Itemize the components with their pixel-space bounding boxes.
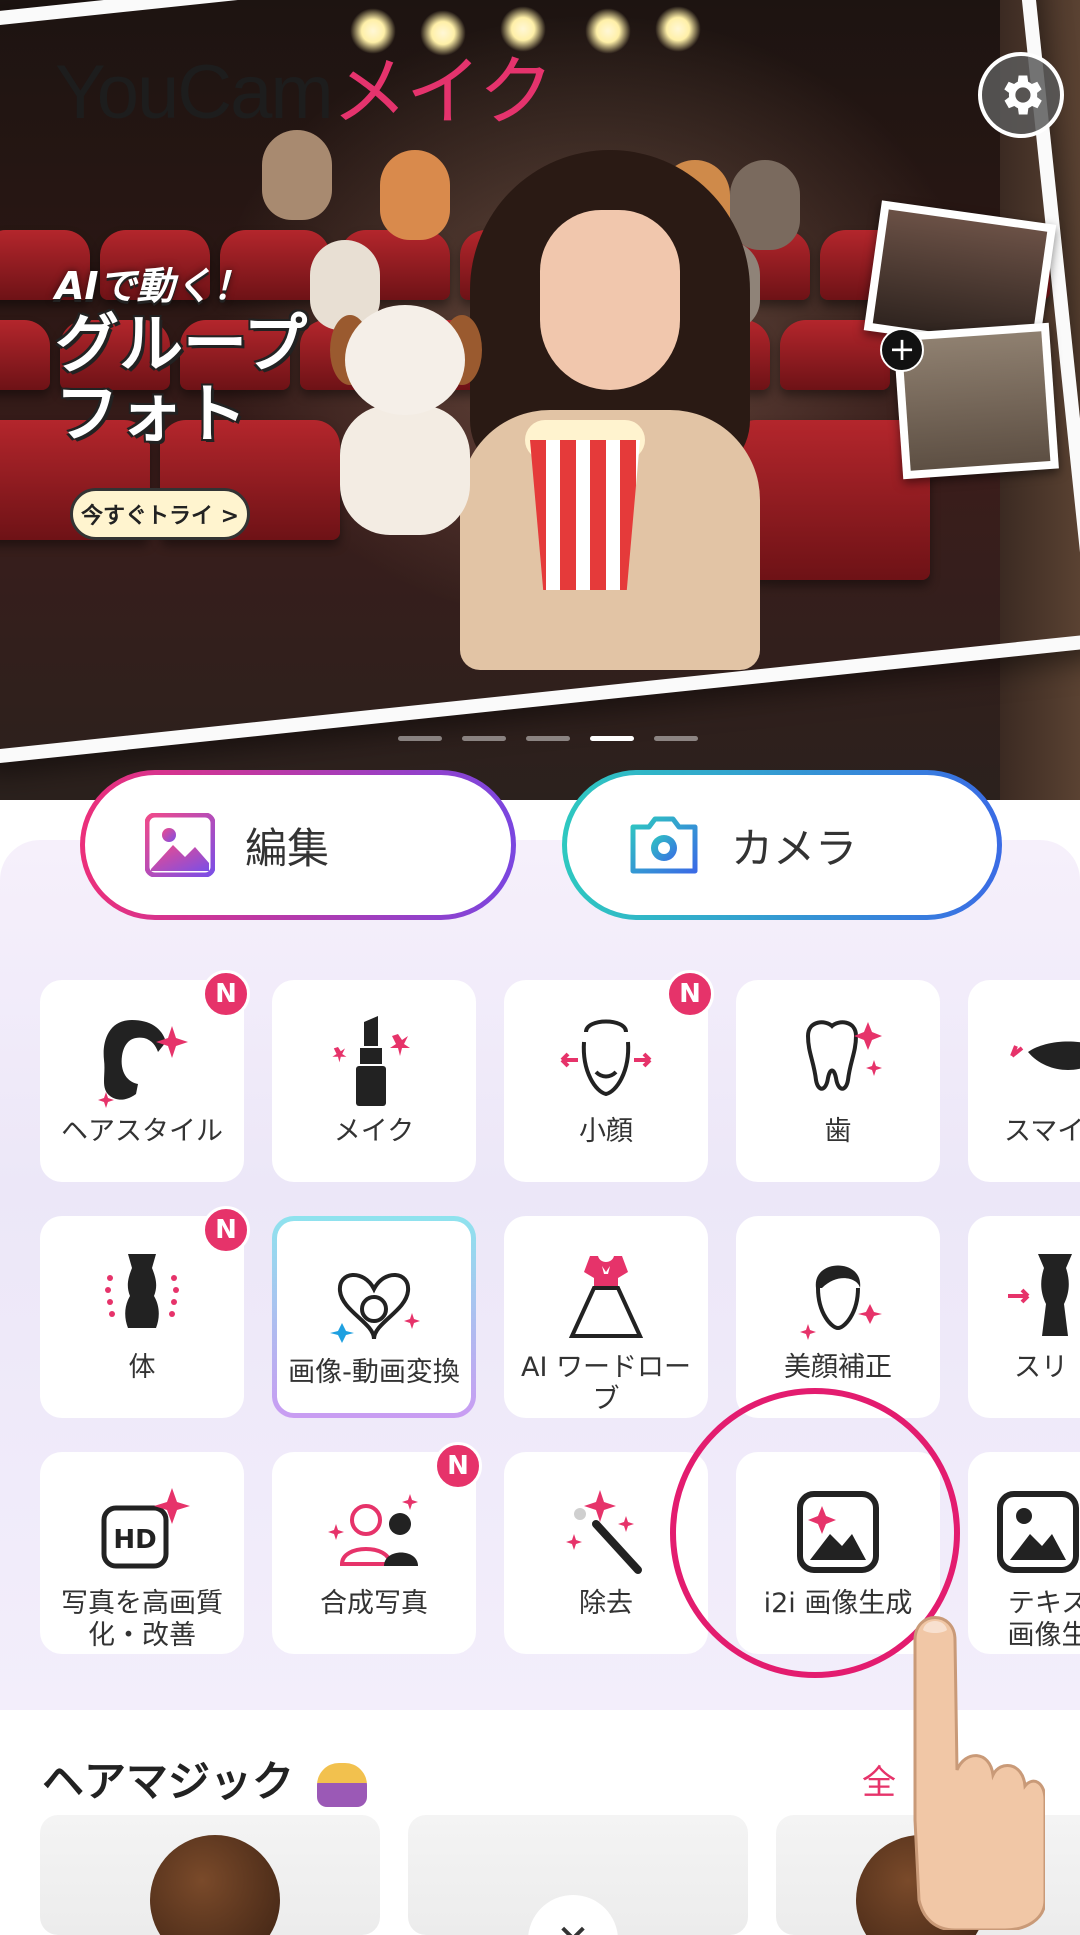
feature-ai-wardrobe[interactable]: AI ワードローブ	[504, 1216, 708, 1418]
magic-wand-icon	[566, 1490, 642, 1574]
feature-beauty[interactable]: 美顔補正	[736, 1216, 940, 1418]
svg-text:HD: HD	[113, 1525, 156, 1555]
feature-hd-enhance[interactable]: HD 写真を高画質化・改善	[40, 1452, 244, 1654]
camera-label: カメラ	[731, 823, 858, 873]
feature-makeup[interactable]: メイク	[272, 980, 476, 1182]
text-to-image-icon	[997, 1491, 1079, 1573]
promo-text: AIで動く！ グループ フォト	[55, 255, 308, 453]
settings-button[interactable]	[978, 52, 1064, 138]
hd-icon: HD	[101, 1488, 190, 1569]
beauty-face-icon	[800, 1265, 882, 1340]
section-title: ヘアマジック	[42, 1748, 367, 1809]
new-badge: N	[202, 1206, 250, 1254]
hero-banner[interactable]: YouCamメイク AIで動く！ グループ フォト 今すぐトライ > +	[0, 0, 1080, 800]
feature-image-to-video[interactable]: 画像-動画変換	[272, 1216, 476, 1418]
see-all-link[interactable]: 全	[862, 1755, 896, 1804]
feature-label: ヘアスタイル	[61, 1116, 223, 1147]
edit-label: 編集	[245, 823, 330, 873]
promo-title: グループ フォト	[55, 308, 308, 453]
carousel-dot[interactable]	[462, 736, 506, 741]
feature-label: 除去	[579, 1588, 633, 1619]
feature-label: 美顔補正	[784, 1352, 892, 1383]
feature-label: 小顔	[579, 1116, 633, 1147]
image-to-video-icon	[330, 1273, 420, 1343]
new-badge: N	[434, 1442, 482, 1490]
camera-button[interactable]: カメラ	[562, 770, 1002, 920]
feature-smile[interactable]: スマイ	[968, 980, 1080, 1182]
gear-icon	[1004, 75, 1042, 115]
hairstyle-icon	[98, 1020, 188, 1108]
carousel-dot[interactable]	[654, 736, 698, 741]
carousel-dot[interactable]	[398, 736, 442, 741]
close-icon: ✕	[528, 1895, 618, 1935]
feature-teeth[interactable]: 歯	[736, 980, 940, 1182]
edit-button[interactable]: 編集	[80, 770, 516, 920]
carousel-dot-active[interactable]	[590, 736, 634, 741]
lipstick-icon	[332, 1016, 410, 1106]
hair-style-card[interactable]: ✕	[408, 1815, 748, 1935]
feature-slim[interactable]: スリ	[968, 1216, 1080, 1418]
gallery-icon	[145, 813, 215, 877]
pointing-finger-icon	[913, 1616, 1045, 1930]
hairdresser-emoji-icon	[316, 1762, 367, 1807]
slim-body-icon	[1008, 1254, 1072, 1336]
new-badge: N	[666, 970, 714, 1018]
group-photo-icon	[328, 1494, 418, 1566]
feature-label: 画像-動画変換	[288, 1357, 460, 1388]
feature-label: 歯	[824, 1116, 852, 1147]
promo-subtitle: AIで動く！	[55, 264, 251, 308]
hair-style-card[interactable]	[40, 1815, 380, 1935]
try-now-button[interactable]: 今すぐトライ >	[70, 488, 250, 540]
face-slim-icon	[560, 1019, 652, 1097]
feature-label: AI ワードローブ	[520, 1352, 691, 1416]
app-logo: YouCamメイク	[55, 50, 554, 135]
carousel-indicator	[398, 736, 698, 741]
tooth-icon	[805, 1020, 882, 1091]
feature-label: スマイ	[1004, 1116, 1080, 1147]
feature-label: スリ	[1014, 1352, 1068, 1383]
plus-icon: +	[880, 328, 924, 372]
dress-icon	[568, 1256, 644, 1338]
camera-icon	[630, 816, 698, 874]
feature-label: 写真を高画質化・改善	[61, 1588, 223, 1652]
carousel-dot[interactable]	[526, 736, 570, 741]
feature-label: 体	[128, 1352, 156, 1383]
new-badge: N	[202, 970, 250, 1018]
body-icon	[105, 1254, 179, 1328]
feature-label: 合成写真	[320, 1588, 428, 1619]
smile-lips-icon	[1010, 1041, 1080, 1070]
feature-label: メイク	[333, 1116, 415, 1147]
